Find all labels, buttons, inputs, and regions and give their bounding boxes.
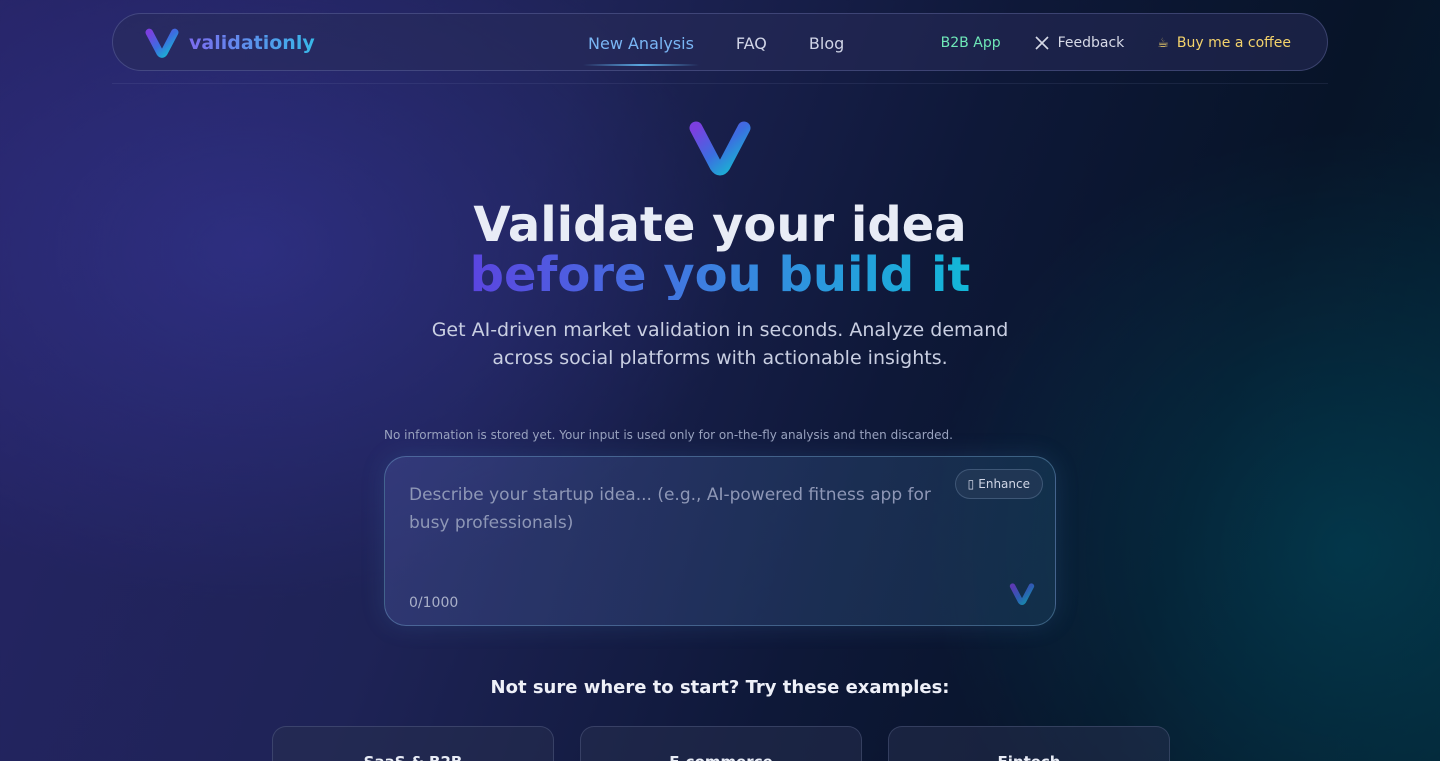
example-card-saas[interactable]: SaaS & B2B <box>272 726 554 761</box>
idea-input[interactable] <box>409 481 969 561</box>
x-icon <box>1035 36 1049 50</box>
nav-faq[interactable]: FAQ <box>736 14 767 72</box>
nav-actions: B2B App Feedback ☕ Buy me a coffee <box>941 14 1291 72</box>
feedback-label: Feedback <box>1057 35 1125 51</box>
coffee-icon: ☕ <box>1157 35 1169 51</box>
nav-new-analysis[interactable]: New Analysis <box>583 14 699 72</box>
examples-title: Not sure where to start? Try these examp… <box>490 677 950 698</box>
char-counter: 0/1000 <box>409 595 459 611</box>
example-cards: SaaS & B2B E-commerce Fintech <box>272 726 1170 761</box>
hero-title-line2: before you build it <box>469 247 971 303</box>
nav-links: New Analysis FAQ Blog <box>583 14 886 72</box>
v-logo-icon <box>145 28 179 58</box>
header-divider <box>112 83 1328 84</box>
hero-subtitle: Get AI-driven market validation in secon… <box>431 319 1009 369</box>
v-logo-icon <box>689 121 751 176</box>
example-card-ecommerce[interactable]: E-commerce <box>580 726 862 761</box>
coffee-label: Buy me a coffee <box>1176 35 1291 51</box>
sparkle-icon: ▯ <box>967 477 975 491</box>
submit-button[interactable] <box>1009 583 1035 609</box>
nav-blog[interactable]: Blog <box>809 14 844 72</box>
hero-title-line1: Validate your idea <box>473 197 967 253</box>
brand-link[interactable]: validationly <box>145 28 315 58</box>
brand-name: validationly <box>189 32 315 54</box>
buy-coffee-link[interactable]: ☕ Buy me a coffee <box>1157 35 1291 51</box>
v-logo-icon <box>1009 583 1035 605</box>
top-navbar: validationly New Analysis FAQ Blog B2B A… <box>112 13 1328 71</box>
enhance-label: Enhance <box>978 477 1030 491</box>
hero-title: Validate your idea before you build it <box>0 200 1440 300</box>
example-card-fintech[interactable]: Fintech <box>888 726 1170 761</box>
privacy-notice: No information is stored yet. Your input… <box>384 428 953 442</box>
idea-input-card: ▯ Enhance 0/1000 <box>384 456 1056 626</box>
feedback-link[interactable]: Feedback <box>1034 35 1125 51</box>
hero-logo <box>688 120 752 180</box>
enhance-button[interactable]: ▯ Enhance <box>954 469 1043 499</box>
b2b-app-link[interactable]: B2B App <box>941 35 1001 51</box>
